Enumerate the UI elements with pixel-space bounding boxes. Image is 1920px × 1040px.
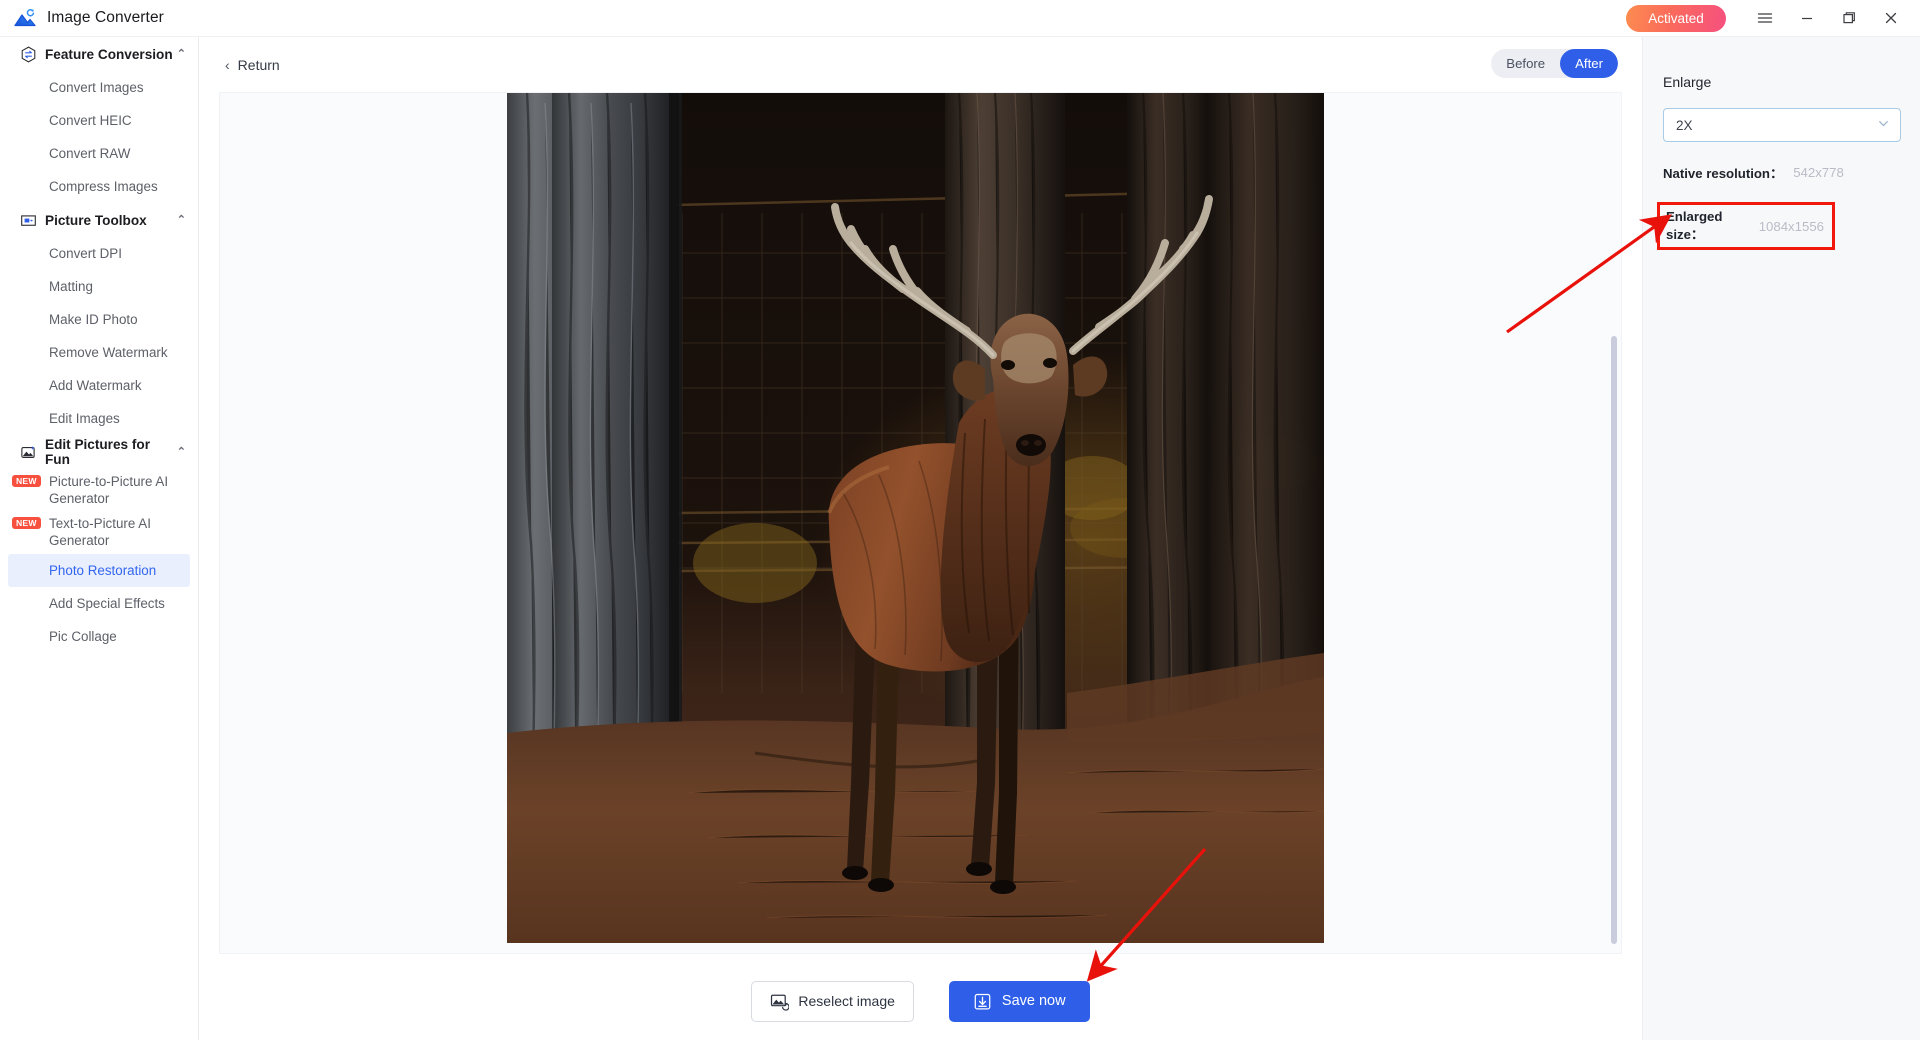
hamburger-menu-icon — [1757, 13, 1773, 23]
enlarge-section-title: Enlarge — [1663, 74, 1712, 90]
sidebar-item-convert-dpi[interactable]: Convert DPI — [0, 237, 198, 270]
save-now-label: Save now — [1001, 993, 1066, 1009]
preview-image[interactable] — [507, 93, 1324, 943]
window-controls: Activated — [1626, 1, 1920, 35]
sidebar-item-label: Convert Images — [49, 79, 144, 95]
vertical-scrollbar[interactable] — [1611, 336, 1617, 944]
sidebar-item-label: Convert HEIC — [49, 112, 132, 128]
maximize-button[interactable] — [1828, 1, 1870, 35]
tab-after[interactable]: After — [1560, 49, 1618, 78]
main-toolbar: ‹ Return Before After — [199, 37, 1642, 92]
sidebar-item-label: Edit Images — [49, 410, 120, 426]
enlarged-size-value: 1084x1556 — [1758, 218, 1824, 234]
sidebar-group-label: Picture Toolbox — [45, 212, 147, 228]
before-after-toggle: Before After — [1491, 49, 1618, 78]
sidebar-item-picture-to-picture-ai-generator[interactable]: NEW Picture-to-Picture AI Generator — [0, 469, 198, 511]
return-button[interactable]: ‹ Return — [219, 52, 286, 78]
chevron-down-icon — [1877, 117, 1890, 133]
image-converter-logo-icon — [14, 8, 36, 28]
sidebar-item-label: Pic Collage — [49, 628, 117, 644]
maximize-restore-icon — [1843, 12, 1855, 24]
sidebar-item-label: Add Watermark — [49, 377, 142, 393]
sidebar-group-label: Feature Conversion — [45, 46, 173, 62]
close-button[interactable] — [1870, 1, 1912, 35]
new-badge: NEW — [12, 517, 41, 529]
sidebar-item-add-watermark[interactable]: Add Watermark — [0, 369, 198, 402]
sidebar: Feature Conversion ⌃ Convert Images Conv… — [0, 37, 199, 1040]
minimize-button[interactable] — [1786, 1, 1828, 35]
sidebar-item-label: Compress Images — [49, 178, 158, 194]
reselect-image-icon — [771, 994, 790, 1011]
sidebar-item-edit-images[interactable]: Edit Images — [0, 402, 198, 435]
native-resolution-value: 542x778 — [1793, 165, 1844, 180]
sidebar-item-remove-watermark[interactable]: Remove Watermark — [0, 336, 198, 369]
main-content: ‹ Return Before After Reselect image Sav… — [199, 37, 1642, 1040]
chevron-left-icon: ‹ — [225, 56, 230, 73]
picture-toolbox-icon — [21, 214, 36, 226]
chevron-up-icon: ⌃ — [176, 47, 186, 60]
close-icon — [1885, 12, 1897, 24]
tab-before[interactable]: Before — [1491, 49, 1560, 78]
sidebar-group-label: Edit Pictures for Fun — [45, 437, 150, 467]
scale-select[interactable]: 2X — [1663, 108, 1901, 142]
enlarged-size-row: Enlarged size： 1084x1556 — [1657, 202, 1835, 250]
feature-conversion-icon — [21, 45, 36, 63]
preview-canvas — [219, 92, 1622, 954]
save-now-button[interactable]: Save now — [948, 980, 1090, 1022]
sidebar-item-label: Text-to-Picture AI Generator — [49, 516, 151, 549]
return-label: Return — [237, 56, 280, 73]
sidebar-item-pic-collage[interactable]: Pic Collage — [0, 620, 198, 653]
sidebar-item-label: Matting — [49, 278, 93, 294]
sidebar-item-convert-heic[interactable]: Convert HEIC — [0, 104, 198, 137]
sidebar-group-picture-toolbox[interactable]: Picture Toolbox ⌃ — [0, 203, 198, 237]
sidebar-item-label: Photo Restoration — [49, 562, 157, 578]
app-window: Image Converter Activated Feature Conver… — [0, 0, 1920, 1040]
sidebar-item-make-id-photo[interactable]: Make ID Photo — [0, 303, 198, 336]
sidebar-item-add-special-effects[interactable]: Add Special Effects — [0, 587, 198, 620]
sidebar-group-feature-conversion[interactable]: Feature Conversion ⌃ — [0, 37, 198, 71]
sidebar-item-label: Make ID Photo — [49, 311, 138, 327]
sidebar-item-label: Convert DPI — [49, 245, 122, 261]
sidebar-item-matting[interactable]: Matting — [0, 270, 198, 303]
new-badge: NEW — [12, 475, 41, 487]
scale-select-value: 2X — [1676, 117, 1693, 133]
chevron-up-icon: ⌃ — [176, 213, 186, 226]
native-resolution-label: Native resolution： — [1663, 166, 1784, 181]
sidebar-item-label: Convert RAW — [49, 145, 131, 161]
activated-badge[interactable]: Activated — [1626, 4, 1726, 32]
sidebar-item-label: Picture-to-Picture AI Generator — [49, 474, 169, 507]
chevron-up-icon: ⌃ — [176, 445, 186, 458]
deer-forest-photo — [507, 93, 1324, 943]
action-bar: Reselect image Save now — [199, 962, 1642, 1040]
sidebar-item-label: Remove Watermark — [49, 344, 168, 360]
right-panel: Enlarge 2X Native resolution： 542x778 En… — [1642, 37, 1920, 1040]
sidebar-item-convert-images[interactable]: Convert Images — [0, 71, 198, 104]
sidebar-item-convert-raw[interactable]: Convert RAW — [0, 137, 198, 170]
enlarged-size-label: Enlarged size： — [1666, 209, 1723, 242]
native-resolution-row: Native resolution： 542x778 — [1663, 163, 1900, 182]
app-title: Image Converter — [47, 9, 164, 26]
sidebar-item-text-to-picture-ai-generator[interactable]: NEW Text-to-Picture AI Generator — [0, 511, 198, 553]
menu-button[interactable] — [1744, 1, 1786, 35]
edit-pictures-for-fun-icon — [21, 445, 35, 458]
minimize-icon — [1802, 17, 1812, 20]
sidebar-item-photo-restoration[interactable]: Photo Restoration — [8, 553, 190, 587]
sidebar-group-edit-pictures-for-fun[interactable]: Edit Pictures for Fun ⌃ — [0, 435, 198, 469]
sidebar-item-label: Add Special Effects — [49, 595, 165, 611]
title-bar: Image Converter Activated — [0, 0, 1920, 37]
download-icon — [974, 993, 991, 1010]
reselect-image-button[interactable]: Reselect image — [751, 980, 914, 1022]
sidebar-item-compress-images[interactable]: Compress Images — [0, 170, 198, 203]
reselect-image-label: Reselect image — [798, 993, 895, 1009]
